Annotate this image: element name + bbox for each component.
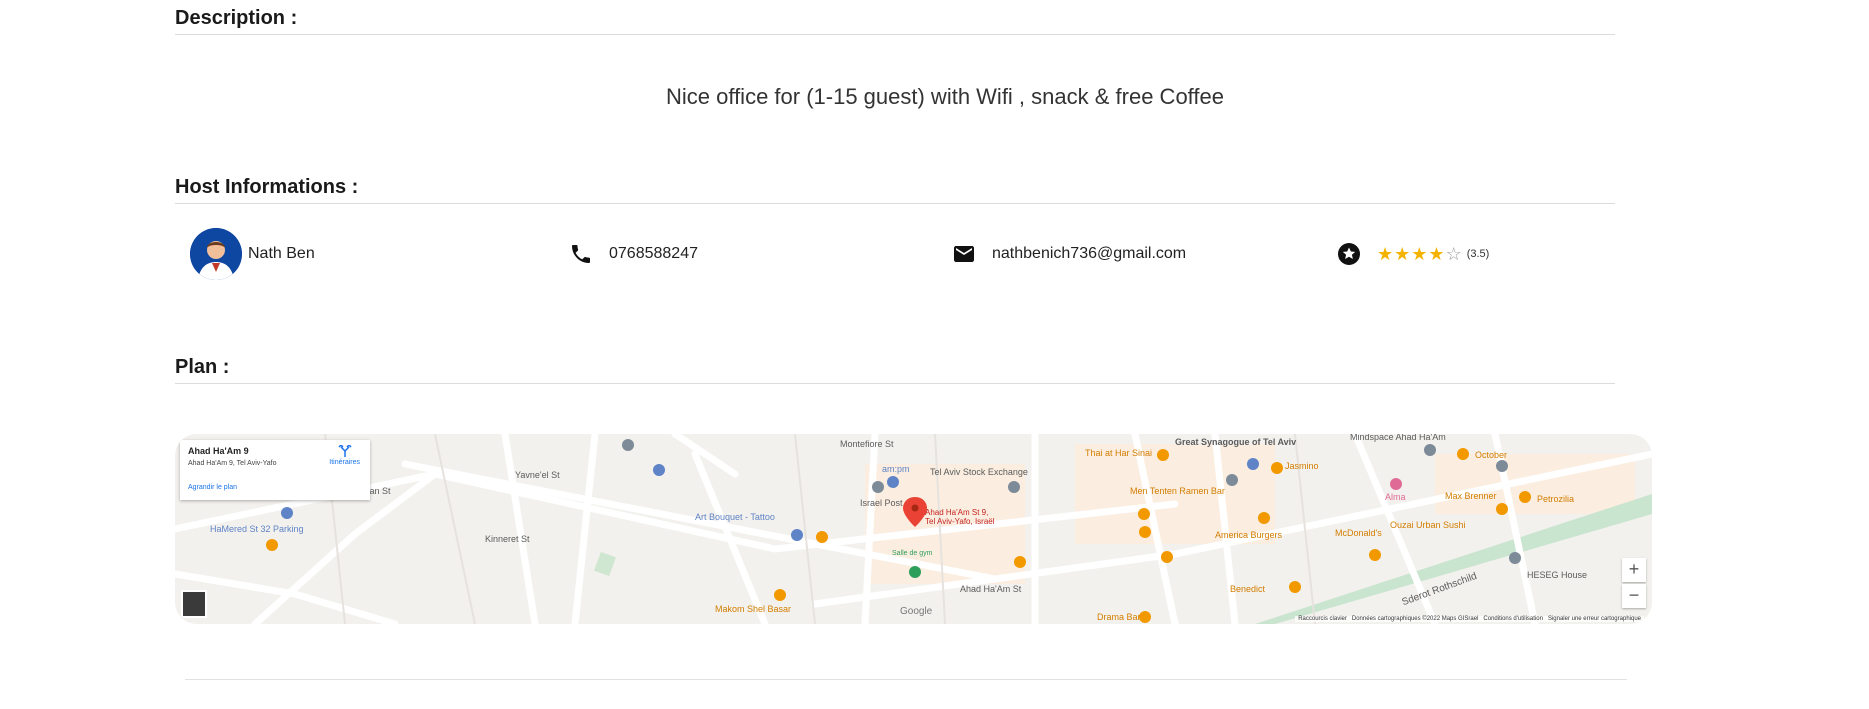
star-empty-icon: ☆	[1445, 243, 1462, 264]
map-label: McDonald's	[1335, 528, 1382, 538]
host-divider	[175, 203, 1615, 204]
host-email[interactable]: nathbenich736@gmail.com	[992, 245, 1186, 263]
pin-label-line: Tel Aviv-Yafo, Israël	[925, 517, 995, 526]
map-label: Benedict	[1230, 584, 1266, 594]
google-logo: Google	[900, 606, 933, 617]
map-label: Tel Aviv Stock Exchange	[930, 467, 1028, 477]
map-label: Kinneret St	[485, 534, 530, 544]
host-rating-item: ★ ★ ★ ★ ☆ (3.5)	[1337, 228, 1489, 280]
description-text: Nice office for (1-15 guest) with Wifi ,…	[666, 84, 1224, 109]
bottom-divider	[185, 679, 1627, 680]
host-email-item: nathbenich736@gmail.com	[952, 228, 1186, 280]
mail-icon	[954, 246, 974, 262]
map-label: Great Synagogue of Tel Aviv	[1175, 437, 1297, 447]
map-label: HESEG House	[1527, 570, 1588, 580]
map-card-title: Ahad Ha'Am 9	[188, 446, 249, 456]
map-label: Yavne'el St	[515, 470, 560, 480]
rating-stars: ★ ★ ★ ★ ☆ (3.5)	[1377, 244, 1489, 265]
map-enlarge-link[interactable]: Agrandir le plan	[188, 484, 237, 491]
map-data-credit: Données cartographiques ©2022 Maps GISra…	[1351, 616, 1479, 622]
rating-value: (3.5)	[1466, 248, 1490, 260]
map-label: Petrozilia	[1537, 494, 1575, 504]
map-label: Makom Shel Basar	[715, 604, 792, 614]
host-phone-item: 0768588247	[569, 228, 698, 280]
pin-label: Ahad Ha'Am St 9, Tel Aviv-Yafo, Israël	[925, 508, 995, 526]
star-icon: ★	[1411, 243, 1428, 264]
map-label: Jasmino	[1285, 461, 1319, 471]
map-label: Mindspace Ahad Ha'Am	[1350, 434, 1446, 442]
map-label: Ahad Ha'Am St	[960, 584, 1022, 594]
zoom-in-button[interactable]: +	[1622, 558, 1646, 582]
description-title: Description :	[175, 7, 298, 29]
zoom-out-button[interactable]: −	[1622, 584, 1646, 608]
map-label: Salle de gym	[892, 550, 933, 557]
map-label: Men Tenten Ramen Bar	[1130, 486, 1225, 496]
map-label: America Burgers	[1215, 530, 1283, 540]
map-label: Art Bouquet - Tattoo	[695, 512, 775, 522]
map-shortcuts-link[interactable]: Raccourcis clavier	[1298, 616, 1347, 622]
plan-title: Plan :	[175, 356, 230, 378]
street-view-thumbnail[interactable]	[181, 590, 207, 618]
map-label: HaMered St 32 Parking	[210, 524, 304, 534]
map-label: Ouzai Urban Sushi	[1390, 520, 1466, 530]
directions-label: Itinéraires	[329, 459, 360, 466]
map-label: Drama Bar	[1097, 612, 1141, 622]
host-name-item: Nath Ben	[190, 228, 315, 280]
directions-icon	[338, 443, 352, 457]
host-name: Nath Ben	[248, 245, 315, 262]
description-divider	[175, 34, 1615, 35]
map-terms-link[interactable]: Conditions d'utilisation	[1483, 616, 1543, 622]
map-info-card: Ahad Ha'Am 9 Ahad Ha'Am 9, Tel Aviv-Yafo…	[180, 440, 370, 500]
map-report-link[interactable]: Signaler une erreur cartographique	[1548, 616, 1641, 622]
host-phone[interactable]: 0768588247	[609, 245, 698, 263]
map-label: Alma	[1385, 492, 1406, 502]
star-badge-icon	[1338, 243, 1360, 265]
pin-label-line: Ahad Ha'Am St 9,	[925, 508, 989, 517]
map-label: Israel Post	[860, 498, 903, 508]
phone-icon	[572, 245, 590, 263]
host-title: Host Informations :	[175, 176, 359, 198]
map-label: October	[1475, 450, 1508, 460]
map-footer: Raccourcis clavier Données cartographiqu…	[1295, 616, 1644, 622]
map-label: am:pm	[882, 464, 910, 474]
map-label: Max Brenner	[1445, 491, 1497, 501]
embedded-map[interactable]: HaMered St 32 Parking Ilan St Yavne'el S…	[175, 434, 1652, 624]
star-icon: ★	[1428, 243, 1445, 264]
star-icon: ★	[1394, 243, 1411, 264]
map-card-address: Ahad Ha'Am 9, Tel Aviv-Yafo	[188, 460, 277, 467]
directions-button[interactable]: Itinéraires	[329, 443, 360, 466]
star-icon: ★	[1377, 243, 1394, 264]
plan-divider	[175, 383, 1615, 384]
map-label: Thai at Har Sinai	[1085, 448, 1153, 458]
avatar	[190, 228, 242, 280]
map-label: Montefiore St	[840, 439, 894, 449]
